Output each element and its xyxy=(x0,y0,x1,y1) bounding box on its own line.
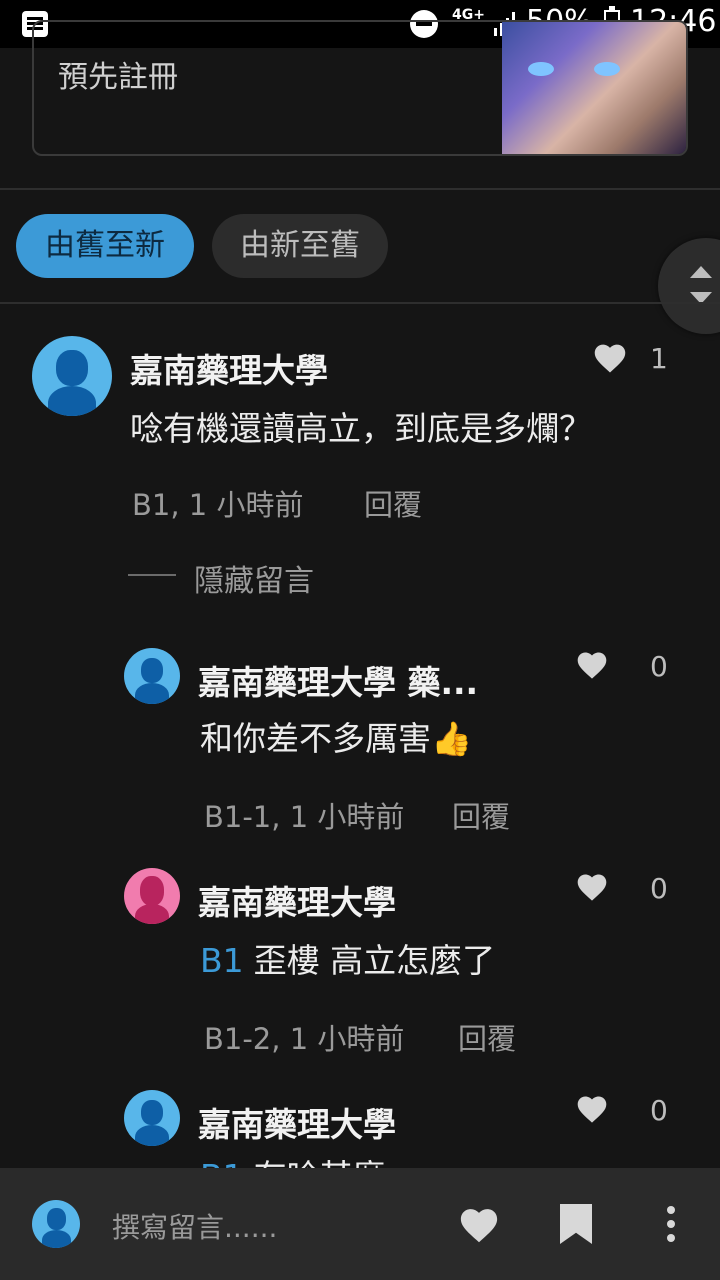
like-heart-icon[interactable] xyxy=(575,872,609,902)
bottom-bar: 撰寫留言...... xyxy=(0,1168,720,1280)
scroll-jump-button[interactable] xyxy=(658,238,720,334)
avatar[interactable] xyxy=(124,868,180,924)
comment-text: 唸有機還讀高立，到底是多爛？ xyxy=(130,409,592,448)
comment-floor: B1 xyxy=(132,488,171,522)
comment-meta: B1-1, 1 小時前 xyxy=(204,800,405,834)
comment-time: 1 小時前 xyxy=(289,800,405,834)
like-heart-icon[interactable] xyxy=(592,342,628,374)
comment-text: 和你差不多厲害👍 xyxy=(200,719,473,758)
game-thumbnail-image xyxy=(502,22,686,154)
comment-author[interactable]: 嘉南藥理大學 xyxy=(198,876,396,924)
sort-old-to-new-button[interactable]: 由舊至新 xyxy=(16,214,194,278)
avatar xyxy=(32,1200,80,1248)
reply-button[interactable]: 回覆 xyxy=(364,482,422,524)
like-heart-icon[interactable] xyxy=(575,650,609,680)
pre-register-label: 預先註冊 xyxy=(58,60,178,95)
comment-meta: B1-2, 1 小時前 xyxy=(204,1022,405,1056)
hide-divider xyxy=(128,574,176,576)
comment-time: 1 小時前 xyxy=(289,1022,405,1056)
chevron-up-icon xyxy=(690,266,712,278)
reply-button[interactable]: 回覆 xyxy=(458,1016,516,1058)
like-count: 0 xyxy=(650,650,668,683)
comment-meta: B1, 1 小時前 xyxy=(132,488,304,522)
like-heart-icon[interactable] xyxy=(458,1206,500,1244)
comment-time: 1 小時前 xyxy=(188,488,304,522)
bookmark-icon[interactable] xyxy=(560,1204,592,1244)
avatar[interactable] xyxy=(124,648,180,704)
pre-register-card[interactable]: 預先註冊 xyxy=(32,20,688,156)
like-heart-icon[interactable] xyxy=(575,1094,609,1124)
comment-floor: B1-2 xyxy=(204,1022,272,1056)
reply-button[interactable]: 回覆 xyxy=(452,794,510,836)
comment-author[interactable]: 嘉南藥理大學 xyxy=(130,344,328,392)
avatar[interactable] xyxy=(124,1090,180,1146)
comment-floor: B1-1 xyxy=(204,800,272,834)
comment-text: B1 歪樓 高立怎麼了 xyxy=(200,934,495,982)
like-count: 0 xyxy=(650,1094,668,1127)
sort-new-to-old-button[interactable]: 由新至舊 xyxy=(212,214,388,278)
comment-author[interactable]: 嘉南藥理大學 藥... xyxy=(198,656,478,704)
comment-input[interactable]: 撰寫留言...... xyxy=(112,1206,277,1246)
floor-tag-link[interactable]: B1 xyxy=(200,941,244,980)
like-count: 0 xyxy=(650,872,668,905)
divider xyxy=(0,302,720,304)
like-count: 1 xyxy=(650,342,668,375)
divider xyxy=(0,188,720,190)
comment-text-body: 歪樓 高立怎麼了 xyxy=(253,941,496,980)
comment-author[interactable]: 嘉南藥理大學 xyxy=(198,1098,396,1146)
avatar[interactable] xyxy=(32,336,112,416)
hide-comments-button[interactable]: 隱藏留言 xyxy=(194,556,314,600)
more-options-icon[interactable] xyxy=(664,1204,678,1244)
